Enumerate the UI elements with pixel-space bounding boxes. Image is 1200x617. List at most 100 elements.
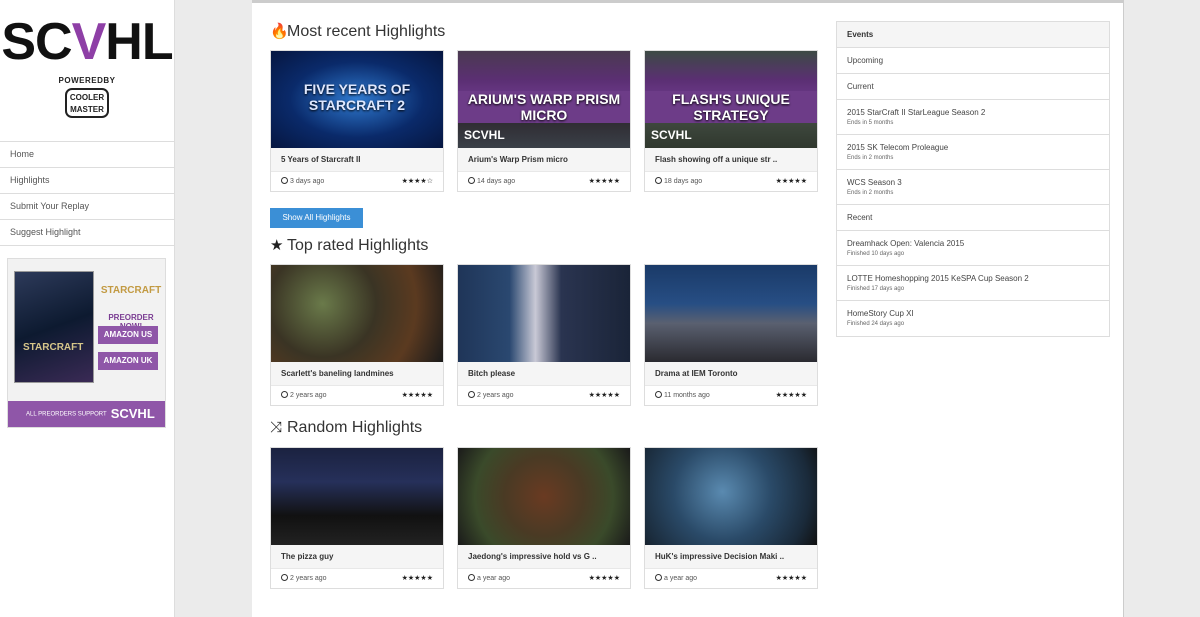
highlight-thumbnail[interactable] bbox=[458, 448, 630, 545]
clock-icon bbox=[655, 574, 662, 581]
thumbnail-logo: SCVHL bbox=[651, 128, 692, 142]
highlight-meta: 14 days ago ★★★★★ bbox=[458, 172, 630, 192]
highlight-age: 2 years ago bbox=[477, 392, 514, 399]
highlight-age: 3 days ago bbox=[290, 178, 325, 185]
event-name[interactable]: HomeStory Cup XI bbox=[847, 309, 1109, 318]
shuffle-icon: ⤨ bbox=[270, 419, 283, 436]
fire-icon: 🔥 bbox=[270, 23, 289, 40]
highlight-title[interactable]: Arium's Warp Prism micro bbox=[458, 148, 630, 172]
event-item[interactable]: HomeStory Cup XI Finished 24 days ago bbox=[837, 301, 1109, 336]
highlight-title[interactable]: Jaedong's impressive hold vs G .. bbox=[458, 545, 630, 569]
amazon-us-button[interactable]: AMAZON US bbox=[98, 326, 158, 344]
sidebar: SCVHL POWEREDBY COOLER MASTER Home Highl… bbox=[0, 0, 175, 617]
logo-text: SCVHL bbox=[1, 13, 173, 71]
event-time: Finished 24 days ago bbox=[847, 321, 905, 327]
highlight-thumbnail[interactable]: FLASH'S UNIQUE STRATEGY SCVHL bbox=[645, 51, 817, 148]
rating-stars: ★★★★☆ bbox=[401, 178, 433, 185]
highlight-meta: a year ago ★★★★★ bbox=[458, 569, 630, 589]
thumbnail-logo: SCVHL bbox=[464, 128, 505, 142]
highlight-meta: 2 years ago ★★★★★ bbox=[271, 569, 443, 589]
site-logo[interactable]: SCVHL POWEREDBY COOLER MASTER bbox=[0, 0, 174, 141]
highlight-age: 11 months ago bbox=[664, 392, 710, 399]
nav-item-highlights[interactable]: Highlights bbox=[0, 168, 174, 194]
events-current-label: Current bbox=[837, 74, 1109, 100]
events-header: Events bbox=[837, 22, 1109, 48]
powered-by-label: POWEREDBY bbox=[58, 76, 116, 85]
rating-stars: ★★★★★ bbox=[401, 575, 433, 582]
event-item[interactable]: 2015 StarCraft II StarLeague Season 2 En… bbox=[837, 100, 1109, 135]
preorder-ad[interactable]: STARCRAFT STARCRAFT PREORDER NOW! AMAZON… bbox=[7, 258, 166, 428]
clock-icon bbox=[468, 391, 475, 398]
highlight-thumbnail[interactable]: ARIUM'S WARP PRISM MICRO SCVHL bbox=[458, 51, 630, 148]
event-item[interactable]: 2015 SK Telecom Proleague Ends in 2 mont… bbox=[837, 135, 1109, 170]
event-name[interactable]: Dreamhack Open: Valencia 2015 bbox=[847, 239, 1109, 248]
section-title-text: Random Highlights bbox=[287, 419, 423, 436]
sidebar-nav: Home Highlights Submit Your Replay Sugge… bbox=[0, 141, 174, 246]
highlight-title[interactable]: HuK's impressive Decision Maki .. bbox=[645, 545, 817, 569]
event-name[interactable]: 2015 StarCraft II StarLeague Season 2 bbox=[847, 108, 1109, 117]
event-item[interactable]: WCS Season 3 Ends in 2 months bbox=[837, 170, 1109, 205]
rating-stars: ★★★★★ bbox=[401, 392, 433, 399]
highlight-title[interactable]: Flash showing off a unique str .. bbox=[645, 148, 817, 172]
rating-stars: ★★★★★ bbox=[775, 575, 807, 582]
event-name[interactable]: 2015 SK Telecom Proleague bbox=[847, 143, 1109, 152]
sponsor-logo: COOLER MASTER bbox=[65, 88, 109, 118]
highlight-thumbnail[interactable]: FIVE YEARS OF STARCRAFT 2 bbox=[271, 51, 443, 148]
event-time: Ends in 2 months bbox=[847, 190, 894, 196]
events-panel: Events Upcoming Current 2015 StarCraft I… bbox=[836, 21, 1110, 337]
event-name[interactable]: LOTTE Homeshopping 2015 KeSPA Cup Season… bbox=[847, 274, 1109, 283]
highlight-age: 18 days ago bbox=[664, 178, 703, 185]
events-recent-label: Recent bbox=[837, 205, 1109, 231]
event-name[interactable]: WCS Season 3 bbox=[847, 178, 1109, 187]
clock-icon bbox=[281, 177, 288, 184]
highlight-meta: 2 years ago ★★★★★ bbox=[271, 386, 443, 406]
clock-icon bbox=[655, 177, 662, 184]
highlight-card[interactable]: FLASH'S UNIQUE STRATEGY SCVHL Flash show… bbox=[644, 50, 818, 192]
nav-item-suggest-highlight[interactable]: Suggest Highlight bbox=[0, 220, 174, 246]
highlight-thumbnail[interactable] bbox=[645, 448, 817, 545]
highlight-thumbnail[interactable] bbox=[271, 265, 443, 362]
event-item[interactable]: LOTTE Homeshopping 2015 KeSPA Cup Season… bbox=[837, 266, 1109, 301]
highlight-card[interactable]: ARIUM'S WARP PRISM MICRO SCVHL Arium's W… bbox=[457, 50, 631, 192]
event-item[interactable]: Dreamhack Open: Valencia 2015 Finished 1… bbox=[837, 231, 1109, 266]
highlight-card[interactable]: HuK's impressive Decision Maki .. a year… bbox=[644, 447, 818, 589]
highlight-meta: 2 years ago ★★★★★ bbox=[458, 386, 630, 406]
show-all-highlights-button[interactable]: Show All Highlights bbox=[270, 208, 363, 228]
event-time: Finished 10 days ago bbox=[847, 251, 905, 257]
highlight-card[interactable]: Jaedong's impressive hold vs G .. a year… bbox=[457, 447, 631, 589]
section-title-text: Top rated Highlights bbox=[287, 237, 429, 254]
highlight-title[interactable]: 5 Years of Starcraft II bbox=[271, 148, 443, 172]
highlight-title[interactable]: The pizza guy bbox=[271, 545, 443, 569]
highlight-title[interactable]: Drama at IEM Toronto bbox=[645, 362, 817, 386]
nav-item-home[interactable]: Home bbox=[0, 142, 174, 168]
highlight-meta: 3 days ago ★★★★☆ bbox=[271, 172, 443, 192]
highlight-thumbnail[interactable] bbox=[645, 265, 817, 362]
ad-footer: ALL PREORDERS SUPPORT SCVHL bbox=[8, 401, 165, 427]
ad-footer-text: ALL PREORDERS SUPPORT bbox=[26, 411, 107, 418]
clock-icon bbox=[655, 391, 662, 398]
highlight-card[interactable]: Bitch please 2 years ago ★★★★★ bbox=[457, 264, 631, 406]
rating-stars: ★★★★★ bbox=[775, 392, 807, 399]
nav-item-submit-replay[interactable]: Submit Your Replay bbox=[0, 194, 174, 220]
events-upcoming-label: Upcoming bbox=[837, 48, 1109, 74]
highlight-age: 2 years ago bbox=[290, 575, 327, 582]
highlight-card[interactable]: Scarlett's baneling landmines 2 years ag… bbox=[270, 264, 444, 406]
section-title-top-rated: ★ Top rated Highlights bbox=[270, 236, 428, 255]
clock-icon bbox=[281, 574, 288, 581]
clock-icon bbox=[468, 574, 475, 581]
rating-stars: ★★★★★ bbox=[588, 392, 620, 399]
thumbnail-caption: ARIUM'S WARP PRISM MICRO bbox=[458, 91, 630, 123]
highlight-age: a year ago bbox=[477, 575, 511, 582]
highlight-thumbnail[interactable] bbox=[458, 265, 630, 362]
game-box-art: STARCRAFT bbox=[14, 271, 94, 383]
highlight-age: 2 years ago bbox=[290, 392, 327, 399]
highlight-card[interactable]: FIVE YEARS OF STARCRAFT 2 5 Years of Sta… bbox=[270, 50, 444, 192]
highlight-card[interactable]: Drama at IEM Toronto 11 months ago ★★★★★ bbox=[644, 264, 818, 406]
highlight-meta: a year ago ★★★★★ bbox=[645, 569, 817, 589]
highlight-title[interactable]: Scarlett's baneling landmines bbox=[271, 362, 443, 386]
highlight-thumbnail[interactable] bbox=[271, 448, 443, 545]
amazon-uk-button[interactable]: AMAZON UK bbox=[98, 352, 158, 370]
highlight-card[interactable]: The pizza guy 2 years ago ★★★★★ bbox=[270, 447, 444, 589]
highlight-title[interactable]: Bitch please bbox=[458, 362, 630, 386]
event-time: Ends in 5 months bbox=[847, 120, 894, 126]
